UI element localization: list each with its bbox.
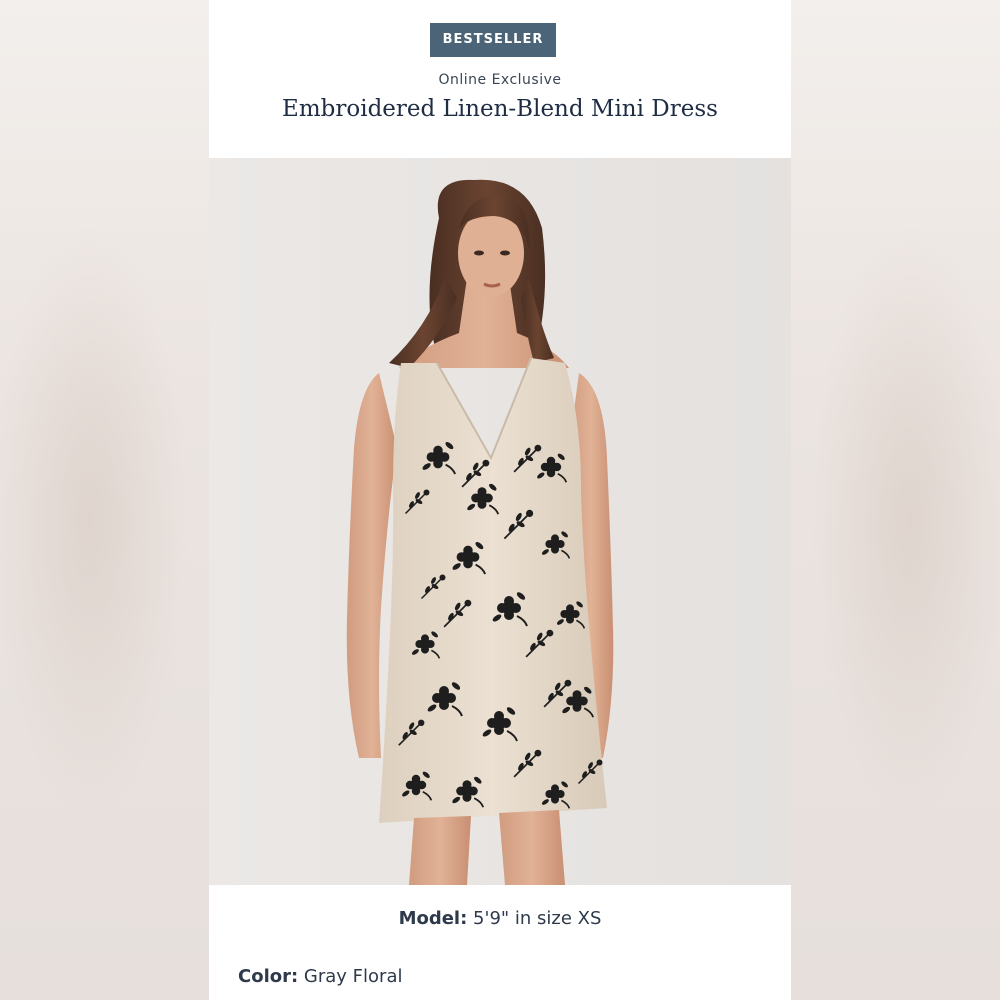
product-header: BESTSELLER Online Exclusive Embroidered … <box>209 0 791 158</box>
online-exclusive-label: Online Exclusive <box>438 72 562 88</box>
product-image[interactable] <box>209 158 791 885</box>
color-info: Color: Gray Floral <box>238 966 402 987</box>
product-panel: BESTSELLER Online Exclusive Embroidered … <box>209 0 791 1000</box>
model-label: Model: <box>398 908 468 929</box>
model-size-info: Model: 5'9" in size XS <box>209 908 791 929</box>
model-photo-illustration <box>209 158 791 885</box>
color-value: Gray Floral <box>303 966 403 987</box>
color-label: Color: <box>238 966 299 987</box>
model-value: 5'9" in size XS <box>473 908 602 929</box>
bestseller-badge: BESTSELLER <box>430 23 556 57</box>
product-title: Embroidered Linen-Blend Mini Dress <box>282 96 718 122</box>
